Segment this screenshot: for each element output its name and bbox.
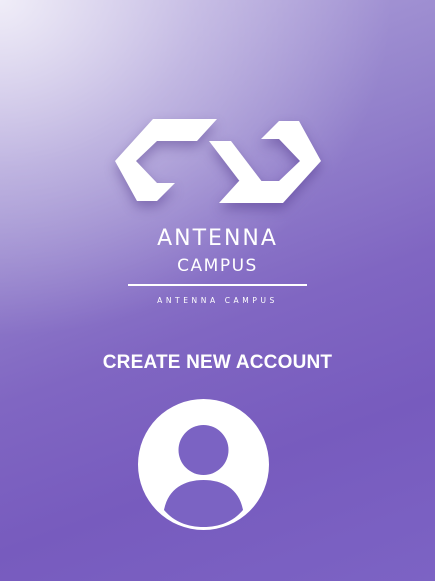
brand-subname: CAMPUS [177, 256, 258, 276]
page-title: CREATE NEW ACCOUNT [102, 352, 333, 373]
antenna-campus-logo-icon [115, 119, 321, 203]
brand-tagline: ANTENNA CAMPUS [157, 296, 278, 305]
brand-name: ANTENNA [157, 226, 278, 251]
profile-photo-button[interactable] [138, 399, 269, 530]
brand-divider [128, 284, 307, 286]
user-avatar-icon [164, 425, 243, 527]
create-account-screen: ANTENNA CAMPUS ANTENNA CAMPUS CREATE NEW… [0, 0, 435, 581]
